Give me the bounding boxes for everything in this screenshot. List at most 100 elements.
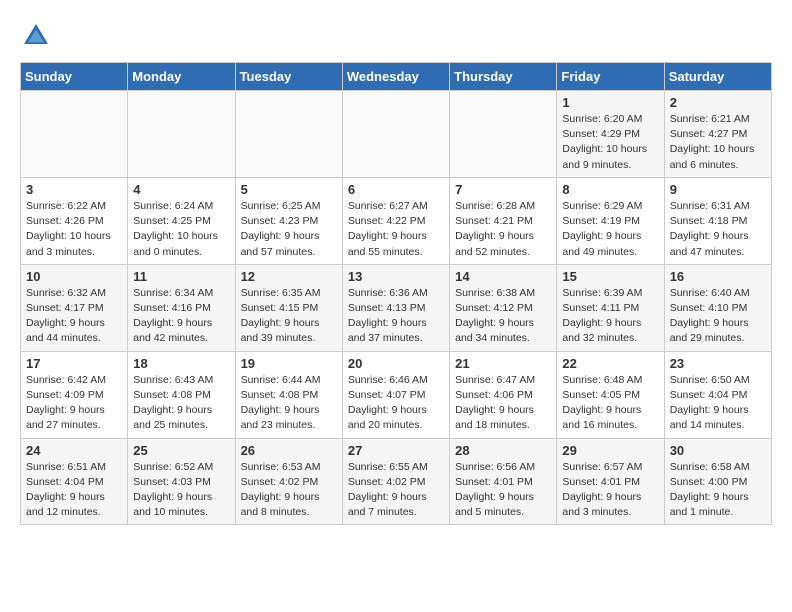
day-info: Sunrise: 6:27 AM Sunset: 4:22 PM Dayligh… xyxy=(348,199,444,260)
day-number: 3 xyxy=(26,182,122,197)
calendar-cell: 4 Sunrise: 6:24 AM Sunset: 4:25 PM Daylig… xyxy=(128,177,235,264)
day-number: 2 xyxy=(670,95,766,110)
day-info: Sunrise: 6:34 AM Sunset: 4:16 PM Dayligh… xyxy=(133,286,229,347)
day-number: 23 xyxy=(670,356,766,371)
calendar-week-row: 17Sunrise: 6:42 AM Sunset: 4:09 PM Dayli… xyxy=(21,351,772,438)
calendar-cell: 6 Sunrise: 6:27 AM Sunset: 4:22 PM Daylig… xyxy=(342,177,449,264)
day-number: 10 xyxy=(26,269,122,284)
calendar-cell: 11 Sunrise: 6:34 AM Sunset: 4:16 PM Dayli… xyxy=(128,264,235,351)
calendar-cell: 2 Sunrise: 6:21 AM Sunset: 4:27 PM Daylig… xyxy=(664,91,771,178)
calendar-cell: 15Sunrise: 6:39 AM Sunset: 4:11 PM Dayli… xyxy=(557,264,664,351)
day-number: 17 xyxy=(26,356,122,371)
calendar-cell: 22 Sunrise: 6:48 AM Sunset: 4:05 PM Dayli… xyxy=(557,351,664,438)
calendar-week-row: 1 Sunrise: 6:20 AM Sunset: 4:29 PM Daylig… xyxy=(21,91,772,178)
day-info: Sunrise: 6:44 AM Sunset: 4:08 PM Dayligh… xyxy=(241,373,337,434)
day-number: 11 xyxy=(133,269,229,284)
day-info: Sunrise: 6:57 AM Sunset: 4:01 PM Dayligh… xyxy=(562,460,658,521)
day-info: Sunrise: 6:32 AM Sunset: 4:17 PM Dayligh… xyxy=(26,286,122,347)
calendar-cell: 19Sunrise: 6:44 AM Sunset: 4:08 PM Dayli… xyxy=(235,351,342,438)
day-number: 14 xyxy=(455,269,551,284)
calendar-header-row: SundayMondayTuesdayWednesdayThursdayFrid… xyxy=(21,63,772,91)
weekday-header: Saturday xyxy=(664,63,771,91)
calendar-week-row: 24Sunrise: 6:51 AM Sunset: 4:04 PM Dayli… xyxy=(21,438,772,525)
calendar-cell: 12 Sunrise: 6:35 AM Sunset: 4:15 PM Dayli… xyxy=(235,264,342,351)
day-info: Sunrise: 6:31 AM Sunset: 4:18 PM Dayligh… xyxy=(670,199,766,260)
day-info: Sunrise: 6:24 AM Sunset: 4:25 PM Dayligh… xyxy=(133,199,229,260)
day-number: 15 xyxy=(562,269,658,284)
day-info: Sunrise: 6:46 AM Sunset: 4:07 PM Dayligh… xyxy=(348,373,444,434)
weekday-header: Friday xyxy=(557,63,664,91)
day-info: Sunrise: 6:55 AM Sunset: 4:02 PM Dayligh… xyxy=(348,460,444,521)
day-info: Sunrise: 6:53 AM Sunset: 4:02 PM Dayligh… xyxy=(241,460,337,521)
calendar-week-row: 10 Sunrise: 6:32 AM Sunset: 4:17 PM Dayli… xyxy=(21,264,772,351)
calendar-cell: 5 Sunrise: 6:25 AM Sunset: 4:23 PM Daylig… xyxy=(235,177,342,264)
calendar-cell: 23 Sunrise: 6:50 AM Sunset: 4:04 PM Dayli… xyxy=(664,351,771,438)
day-info: Sunrise: 6:50 AM Sunset: 4:04 PM Dayligh… xyxy=(670,373,766,434)
day-info: Sunrise: 6:56 AM Sunset: 4:01 PM Dayligh… xyxy=(455,460,551,521)
day-info: Sunrise: 6:22 AM Sunset: 4:26 PM Dayligh… xyxy=(26,199,122,260)
day-number: 25 xyxy=(133,443,229,458)
day-number: 1 xyxy=(562,95,658,110)
calendar-cell: 17Sunrise: 6:42 AM Sunset: 4:09 PM Dayli… xyxy=(21,351,128,438)
day-number: 8 xyxy=(562,182,658,197)
calendar-cell: 16 Sunrise: 6:40 AM Sunset: 4:10 PM Dayli… xyxy=(664,264,771,351)
day-info: Sunrise: 6:47 AM Sunset: 4:06 PM Dayligh… xyxy=(455,373,551,434)
day-info: Sunrise: 6:21 AM Sunset: 4:27 PM Dayligh… xyxy=(670,112,766,173)
page-header xyxy=(20,20,772,52)
day-info: Sunrise: 6:58 AM Sunset: 4:00 PM Dayligh… xyxy=(670,460,766,521)
calendar-cell: 21 Sunrise: 6:47 AM Sunset: 4:06 PM Dayli… xyxy=(450,351,557,438)
calendar-cell: 30 Sunrise: 6:58 AM Sunset: 4:00 PM Dayli… xyxy=(664,438,771,525)
day-info: Sunrise: 6:35 AM Sunset: 4:15 PM Dayligh… xyxy=(241,286,337,347)
calendar-cell: 9 Sunrise: 6:31 AM Sunset: 4:18 PM Daylig… xyxy=(664,177,771,264)
day-info: Sunrise: 6:20 AM Sunset: 4:29 PM Dayligh… xyxy=(562,112,658,173)
day-info: Sunrise: 6:40 AM Sunset: 4:10 PM Dayligh… xyxy=(670,286,766,347)
day-number: 9 xyxy=(670,182,766,197)
weekday-header: Thursday xyxy=(450,63,557,91)
day-info: Sunrise: 6:25 AM Sunset: 4:23 PM Dayligh… xyxy=(241,199,337,260)
calendar-cell xyxy=(128,91,235,178)
calendar-cell: 28 Sunrise: 6:56 AM Sunset: 4:01 PM Dayli… xyxy=(450,438,557,525)
calendar-cell: 13 Sunrise: 6:36 AM Sunset: 4:13 PM Dayli… xyxy=(342,264,449,351)
calendar-week-row: 3 Sunrise: 6:22 AM Sunset: 4:26 PM Daylig… xyxy=(21,177,772,264)
calendar-cell xyxy=(235,91,342,178)
day-number: 22 xyxy=(562,356,658,371)
day-number: 13 xyxy=(348,269,444,284)
day-number: 6 xyxy=(348,182,444,197)
day-number: 5 xyxy=(241,182,337,197)
day-number: 28 xyxy=(455,443,551,458)
calendar-cell: 14Sunrise: 6:38 AM Sunset: 4:12 PM Dayli… xyxy=(450,264,557,351)
day-info: Sunrise: 6:28 AM Sunset: 4:21 PM Dayligh… xyxy=(455,199,551,260)
day-number: 26 xyxy=(241,443,337,458)
calendar-cell: 25 Sunrise: 6:52 AM Sunset: 4:03 PM Dayli… xyxy=(128,438,235,525)
day-info: Sunrise: 6:43 AM Sunset: 4:08 PM Dayligh… xyxy=(133,373,229,434)
day-info: Sunrise: 6:36 AM Sunset: 4:13 PM Dayligh… xyxy=(348,286,444,347)
day-number: 16 xyxy=(670,269,766,284)
day-info: Sunrise: 6:48 AM Sunset: 4:05 PM Dayligh… xyxy=(562,373,658,434)
day-number: 4 xyxy=(133,182,229,197)
day-number: 12 xyxy=(241,269,337,284)
calendar-cell: 27 Sunrise: 6:55 AM Sunset: 4:02 PM Dayli… xyxy=(342,438,449,525)
calendar-cell: 10 Sunrise: 6:32 AM Sunset: 4:17 PM Dayli… xyxy=(21,264,128,351)
day-number: 24 xyxy=(26,443,122,458)
day-number: 30 xyxy=(670,443,766,458)
day-number: 27 xyxy=(348,443,444,458)
day-number: 21 xyxy=(455,356,551,371)
calendar-cell: 8 Sunrise: 6:29 AM Sunset: 4:19 PM Daylig… xyxy=(557,177,664,264)
calendar-cell: 3 Sunrise: 6:22 AM Sunset: 4:26 PM Daylig… xyxy=(21,177,128,264)
weekday-header: Monday xyxy=(128,63,235,91)
calendar-cell xyxy=(450,91,557,178)
calendar-cell: 29 Sunrise: 6:57 AM Sunset: 4:01 PM Dayli… xyxy=(557,438,664,525)
calendar-cell: 20Sunrise: 6:46 AM Sunset: 4:07 PM Dayli… xyxy=(342,351,449,438)
weekday-header: Wednesday xyxy=(342,63,449,91)
day-number: 29 xyxy=(562,443,658,458)
calendar-cell: 18Sunrise: 6:43 AM Sunset: 4:08 PM Dayli… xyxy=(128,351,235,438)
calendar-cell: 24Sunrise: 6:51 AM Sunset: 4:04 PM Dayli… xyxy=(21,438,128,525)
weekday-header: Tuesday xyxy=(235,63,342,91)
calendar-cell xyxy=(21,91,128,178)
day-info: Sunrise: 6:29 AM Sunset: 4:19 PM Dayligh… xyxy=(562,199,658,260)
day-info: Sunrise: 6:52 AM Sunset: 4:03 PM Dayligh… xyxy=(133,460,229,521)
logo-icon xyxy=(20,20,52,52)
calendar-cell xyxy=(342,91,449,178)
logo xyxy=(20,20,58,52)
day-number: 7 xyxy=(455,182,551,197)
